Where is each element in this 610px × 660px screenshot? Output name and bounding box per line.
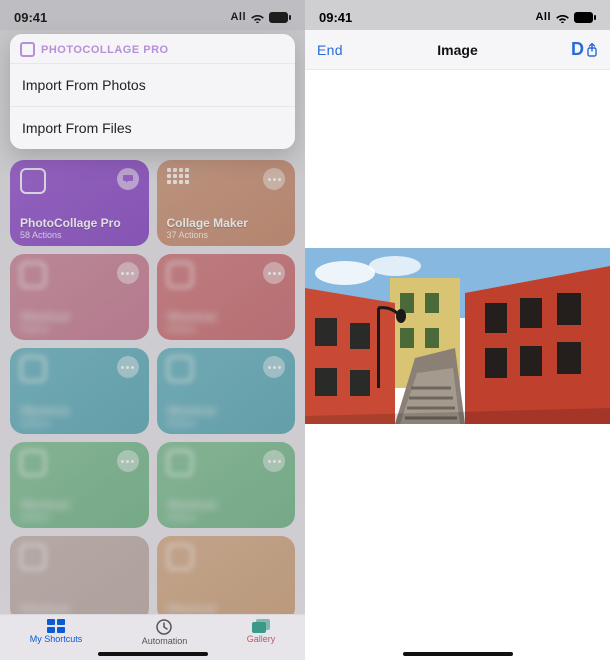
speech-icon [117, 168, 139, 190]
shortcut-card[interactable]: ShortcutActions [157, 442, 296, 528]
phone-right: 09:41 All End Image D [305, 0, 610, 660]
shortcut-card-photocollage[interactable]: PhotoCollage Pro 58 Actions [10, 160, 149, 246]
shortcut-card[interactable]: ShortcutActions [10, 254, 149, 340]
shortcut-card[interactable]: ShortcutActions [157, 254, 296, 340]
tab-automation[interactable]: Automation [142, 619, 188, 646]
status-icons: All [230, 11, 291, 23]
app-icon [20, 42, 35, 57]
home-indicator[interactable] [98, 652, 208, 656]
menu-header: PHOTOCOLLAGE PRO [10, 34, 295, 63]
tab-label: Gallery [247, 634, 276, 644]
tab-label: Automation [142, 636, 188, 646]
card-subtitle: 58 Actions [20, 230, 139, 240]
status-bar: 09:41 All [305, 0, 610, 30]
result-image[interactable] [305, 248, 610, 424]
wifi-icon [555, 12, 570, 23]
status-bar: 09:41 All [0, 0, 305, 30]
card-title: PhotoCollage Pro [20, 216, 139, 230]
more-icon[interactable] [263, 168, 285, 190]
wifi-icon [250, 12, 265, 23]
phone-left: 09:41 All PhotoCollage Pro 58 Actions [0, 0, 305, 660]
battery-icon [269, 12, 291, 23]
card-subtitle: 37 Actions [167, 230, 286, 240]
carrier-label: All [535, 11, 551, 23]
tab-gallery[interactable]: Gallery [247, 619, 276, 644]
tab-label: My Shortcuts [30, 634, 83, 644]
shortcut-card[interactable]: ShortcutActions [10, 348, 149, 434]
home-indicator[interactable] [403, 652, 513, 656]
import-from-files[interactable]: Import From Files [10, 106, 295, 149]
import-menu: PHOTOCOLLAGE PRO Import From Photos Impo… [10, 34, 295, 149]
status-icons: All [535, 11, 596, 23]
import-from-photos[interactable]: Import From Photos [10, 63, 295, 106]
card-title: Collage Maker [167, 216, 286, 230]
shortcut-card[interactable]: ShortcutActions [157, 348, 296, 434]
clock-icon [156, 619, 172, 635]
preview-toolbar: End Image D [305, 30, 610, 70]
status-time: 09:41 [319, 10, 352, 25]
tab-my-shortcuts[interactable]: My Shortcuts [30, 619, 83, 644]
battery-icon [574, 12, 596, 23]
shortcuts-icon [47, 619, 65, 633]
shortcut-card[interactable]: Shortcut [157, 536, 296, 614]
gallery-icon [252, 619, 270, 633]
app-box-icon [20, 168, 46, 194]
shortcut-card[interactable]: ShortcutActions [10, 442, 149, 528]
menu-app-name: PHOTOCOLLAGE PRO [41, 44, 169, 56]
carrier-label: All [230, 11, 246, 23]
shortcut-card[interactable]: Shortcut [10, 536, 149, 614]
preview-title: Image [305, 42, 610, 58]
grid-icon [167, 168, 193, 186]
status-time: 09:41 [14, 10, 47, 25]
shortcut-card-collagemaker[interactable]: Collage Maker 37 Actions [157, 160, 296, 246]
